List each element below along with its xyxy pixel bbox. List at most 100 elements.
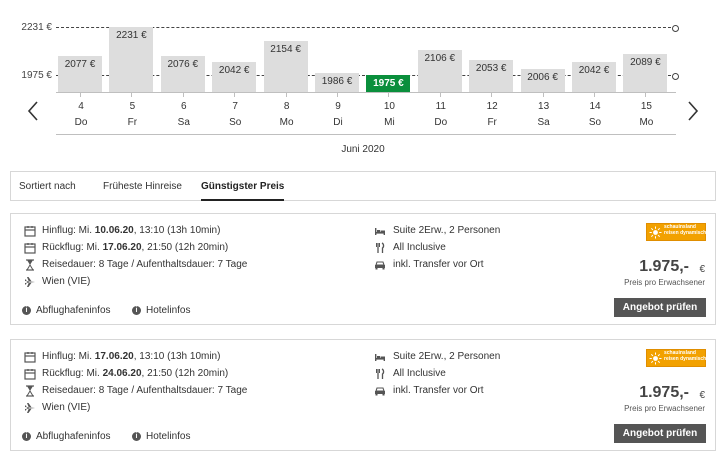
offer-card: Hinflug: Mi. 10.06.20, 13:10 (13h 10min)… xyxy=(10,213,716,325)
month-label: Juni 2020 xyxy=(341,144,385,155)
day-number: 5 xyxy=(129,101,136,112)
weekday-label: Fr xyxy=(487,117,497,128)
duration-text: Reisedauer: 8 Tage / Aufenthaltsdauer: 7… xyxy=(42,385,248,396)
price-note: Preis pro Erwachsener xyxy=(624,404,705,413)
outbound-label: Hinflug: Mi. xyxy=(42,351,95,362)
axis-tick xyxy=(388,92,390,97)
sort-option-cheapest[interactable]: Günstigster Preis xyxy=(201,172,285,201)
day-number: 14 xyxy=(589,101,601,112)
axis-tick xyxy=(182,92,184,97)
outbound-date: 17.06.20 xyxy=(94,351,134,362)
logo-text-line2: reisen dynamisch xyxy=(664,229,707,236)
axis-tick xyxy=(234,92,236,97)
chart-day-11[interactable]: 2106 € 11 Do xyxy=(416,0,467,165)
room-text: Suite 2Erw., 2 Personen xyxy=(393,351,501,362)
weekday-label: So xyxy=(588,117,602,128)
check-offer-button[interactable]: Angebot prüfen xyxy=(614,424,706,443)
calendar-icon xyxy=(24,242,36,254)
weekday-label: Mo xyxy=(639,117,654,128)
board-text: All Inclusive xyxy=(393,242,446,253)
price-bar-label: 2231 € xyxy=(116,30,147,41)
outbound-date: 10.06.20 xyxy=(94,225,134,236)
chart-day-9[interactable]: 1986 € 9 Di xyxy=(313,0,364,165)
price-bar-label: 2076 € xyxy=(167,59,199,71)
price-note: Preis pro Erwachsener xyxy=(624,278,705,287)
axis-tick xyxy=(131,92,133,97)
sort-option-earliest[interactable]: Früheste Hinreise xyxy=(103,172,182,201)
sort-label: Sortiert nach xyxy=(19,181,76,192)
sort-bar: Sortiert nach Früheste Hinreise Günstigs… xyxy=(10,171,716,201)
chart-day-10[interactable]: 1975 € 10 Mi xyxy=(364,0,415,165)
cutlery-icon xyxy=(374,242,386,254)
car-icon xyxy=(374,259,386,271)
check-offer-button[interactable]: Angebot prüfen xyxy=(614,298,706,317)
price-bar-label: 2089 € xyxy=(630,56,661,68)
airplane-icon xyxy=(24,276,36,288)
operator-logo: schauinsland reisen dynamisch xyxy=(646,349,706,367)
chart-day-4[interactable]: 2077 € 4 Do xyxy=(56,0,107,165)
weekday-label: Di xyxy=(333,117,343,128)
chart-day-6[interactable]: 2076 € 6 Sa xyxy=(159,0,210,165)
board-text: All Inclusive xyxy=(393,368,446,379)
outbound-time: , 13:10 (13h 10min) xyxy=(133,225,221,236)
airplane-icon xyxy=(24,402,36,414)
weekday-label: So xyxy=(229,117,242,128)
axis-tick xyxy=(645,92,647,97)
price-bar-label: 1975 € xyxy=(373,78,404,89)
sun-logo-icon xyxy=(649,226,662,239)
return-date: 24.06.20 xyxy=(102,368,142,379)
day-number: 7 xyxy=(232,101,238,112)
info-icon: i xyxy=(132,306,141,315)
return-time: , 21:50 (12h 20min) xyxy=(141,242,229,253)
price-bar-label: 2154 € xyxy=(270,44,301,56)
hotel-info-label: Hotelinfos xyxy=(146,431,191,442)
day-number: 15 xyxy=(640,101,652,112)
chart-day-15[interactable]: 2089 € 15 Mo xyxy=(621,0,672,165)
info-icon: i xyxy=(132,432,141,441)
offer-price: 1.975,- xyxy=(639,258,689,275)
airport-text: Wien (VIE) xyxy=(42,402,91,413)
reference-label-min: 1975 € xyxy=(21,70,52,81)
chart-day-12[interactable]: 2053 € 12 Fr xyxy=(467,0,518,165)
day-number: 8 xyxy=(283,101,290,112)
offer-currency: € xyxy=(699,390,705,401)
next-dates-button[interactable] xyxy=(684,99,700,123)
weekday-label: Do xyxy=(434,117,448,128)
return-time: , 21:50 (12h 20min) xyxy=(141,368,229,379)
weekday-label: Sa xyxy=(537,117,550,128)
reference-label-max: 2231 € xyxy=(21,22,52,33)
bed-icon xyxy=(374,351,386,363)
weekday-label: Fr xyxy=(127,117,138,128)
weekday-label: Mi xyxy=(384,117,395,128)
offer-currency: € xyxy=(699,264,705,275)
airport-text: Wien (VIE) xyxy=(42,276,91,287)
day-number: 9 xyxy=(335,101,341,112)
axis-tick xyxy=(285,92,287,97)
outbound-label: Hinflug: Mi. xyxy=(42,225,95,236)
axis-tick xyxy=(337,92,338,97)
chart-day-5[interactable]: 2231 € 5 Fr xyxy=(107,0,158,165)
price-bar-label: 2006 € xyxy=(527,72,558,84)
axis-tick xyxy=(542,92,544,97)
chart-day-14[interactable]: 2042 € 14 So xyxy=(570,0,621,165)
day-number: 13 xyxy=(538,101,550,112)
axis-tick xyxy=(594,92,595,97)
chart-day-8[interactable]: 2154 € 8 Mo xyxy=(262,0,313,165)
chart-day-7[interactable]: 2042 € 7 So xyxy=(210,0,261,165)
price-bar-label: 2106 € xyxy=(424,53,456,65)
offer-price: 1.975,- xyxy=(639,384,689,401)
return-date: 17.06.20 xyxy=(102,242,142,253)
info-icon: i xyxy=(22,306,31,315)
month-divider xyxy=(56,134,676,135)
day-number: 10 xyxy=(383,101,395,112)
prev-dates-button[interactable] xyxy=(26,99,42,123)
weekday-label: Sa xyxy=(177,117,190,128)
car-icon xyxy=(374,385,386,397)
transfer-text: inkl. Transfer vor Ort xyxy=(393,385,484,396)
chart-day-13[interactable]: 2006 € 13 Sa xyxy=(519,0,570,165)
return-label: Rückflug: Mi. xyxy=(42,242,103,253)
price-bar-label: 2053 € xyxy=(475,63,507,75)
airport-info-label: Abflughafeninfos xyxy=(36,305,111,316)
day-number: 4 xyxy=(78,101,84,112)
transfer-text: inkl. Transfer vor Ort xyxy=(393,259,484,270)
